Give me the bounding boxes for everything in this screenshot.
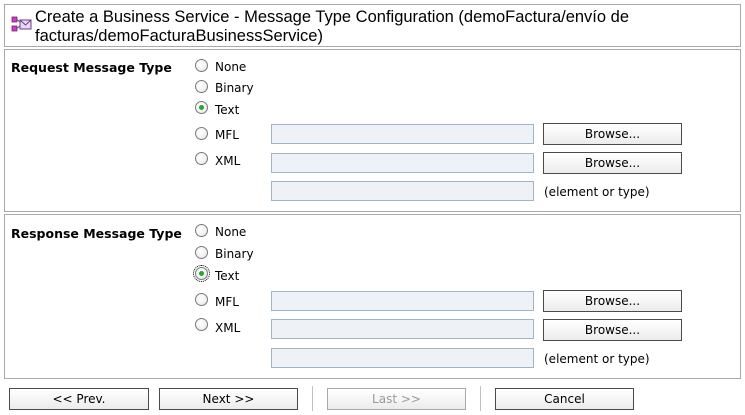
next-button[interactable]: Next >> (159, 388, 298, 410)
business-service-icon (11, 16, 32, 32)
response-element-hint: (element or type) (544, 352, 650, 366)
response-radio-text[interactable] (193, 265, 210, 282)
response-option-xml-label: XML (215, 321, 241, 335)
request-element-hint: (element or type) (544, 185, 650, 199)
button-divider (480, 386, 481, 411)
response-xml-input[interactable] (271, 319, 534, 339)
request-radio-xml[interactable] (195, 152, 208, 165)
button-divider (312, 386, 313, 411)
request-option-xml-label: XML (215, 154, 241, 168)
request-mfl-browse-button[interactable]: Browse... (543, 123, 682, 145)
request-option-mfl-label: MFL (215, 128, 239, 142)
response-radio-none[interactable] (195, 224, 208, 237)
request-xml-browse-button[interactable]: Browse... (543, 152, 682, 174)
response-message-type-label: Response Message Type (11, 226, 182, 241)
response-radio-mfl[interactable] (195, 293, 208, 306)
response-option-text-label: Text (215, 269, 240, 283)
response-option-mfl-label: MFL (215, 295, 239, 309)
response-mfl-input[interactable] (271, 291, 534, 311)
response-section: Response Message Type None Binary Text M… (4, 214, 741, 379)
response-xml-browse-button[interactable]: Browse... (543, 319, 682, 341)
request-mfl-input[interactable] (271, 124, 534, 144)
request-section: Request Message Type None Binary Text MF… (4, 49, 741, 212)
request-element-input[interactable] (271, 181, 534, 201)
cancel-button[interactable]: Cancel (495, 388, 634, 410)
response-option-none-label: None (215, 225, 247, 239)
request-xml-input[interactable] (271, 153, 534, 173)
page-header: Create a Business Service - Message Type… (4, 4, 741, 47)
last-button[interactable]: Last >> (327, 388, 466, 410)
request-message-type-label: Request Message Type (11, 60, 172, 75)
request-radio-text[interactable] (195, 101, 208, 114)
request-option-binary-label: Binary (215, 81, 254, 95)
prev-button[interactable]: << Prev. (9, 388, 149, 410)
response-option-binary-label: Binary (215, 247, 254, 261)
request-radio-none[interactable] (195, 59, 208, 72)
request-option-none-label: None (215, 60, 247, 74)
request-option-text-label: Text (215, 103, 240, 117)
request-radio-binary[interactable] (195, 80, 208, 93)
response-radio-binary[interactable] (195, 246, 208, 259)
response-radio-xml[interactable] (195, 318, 208, 331)
response-element-input[interactable] (271, 348, 534, 368)
response-mfl-browse-button[interactable]: Browse... (543, 290, 682, 312)
page-title: Create a Business Service - Message Type… (35, 8, 629, 45)
request-radio-mfl[interactable] (195, 127, 208, 140)
